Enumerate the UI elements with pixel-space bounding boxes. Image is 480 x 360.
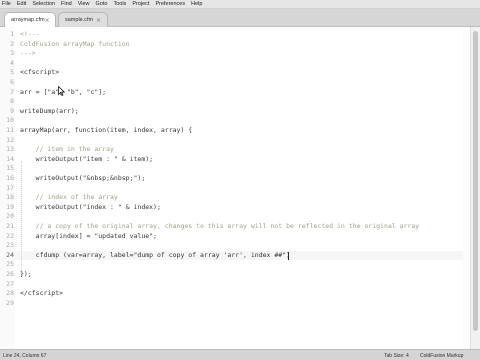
menu-bar: File Edit Selection Find View Goto Tools Projec… xyxy=(0,0,480,9)
code-text: writeOutput("&nbsp;&nbsp;"); xyxy=(20,174,146,182)
line-number: 5 xyxy=(10,68,14,77)
menu-preferences[interactable]: Preferences xyxy=(155,0,185,9)
code-line: array[index] = "updated value"; xyxy=(20,232,157,242)
code-line: writeOutput("index : " & index); xyxy=(20,203,161,213)
menu-project[interactable]: Project xyxy=(132,0,149,9)
tab-size[interactable]: Tab Size: 4 xyxy=(384,353,409,359)
menu-tools[interactable]: Tools xyxy=(113,0,126,9)
code-line: }); xyxy=(20,270,32,280)
code-text: array[index] = "updated value"; xyxy=(20,231,157,240)
code-text: writeOutput("index : " & index); xyxy=(20,202,161,211)
line-number: 24 xyxy=(6,250,14,259)
code-line: <!--- xyxy=(20,30,40,40)
line-number: 9 xyxy=(10,106,14,115)
code-line: // item in the array xyxy=(20,145,114,155)
line-number: 18 xyxy=(6,193,14,202)
line-number: 14 xyxy=(6,154,14,163)
code-line: cfdump (var=array, label="dump of copy o… xyxy=(20,251,290,261)
line-number: 27 xyxy=(6,279,14,288)
line-number: 10 xyxy=(6,116,14,125)
code-line: ColdFusion arrayMap function xyxy=(20,40,130,50)
line-number: 22 xyxy=(6,231,14,240)
tab-bar: arraymap.cfm × sample.cfm × xyxy=(0,9,480,27)
code-line: <cfscript> xyxy=(20,68,59,78)
tab-arraymap[interactable]: arraymap.cfm × xyxy=(4,12,56,27)
line-number: 3 xyxy=(10,49,14,58)
menu-goto[interactable]: Goto xyxy=(96,0,108,9)
line-number: 12 xyxy=(6,135,14,144)
menu-help[interactable]: Help xyxy=(191,0,202,9)
code-text: cfdump (var=array, label="dump of copy o… xyxy=(20,250,291,259)
mouse-cursor-icon xyxy=(58,86,65,96)
code-line: </cfscript> xyxy=(20,289,63,299)
line-number-gutter: 1 2 3 4 5 6 7 8 9 10 11 12 13 14 15 16 17 18 19 20 21 22 23 24 2… xyxy=(0,27,15,349)
code-line: // index of the array xyxy=(20,193,118,203)
code-comment: // a copy of the original array, changes… xyxy=(20,222,420,230)
code-editor[interactable]: <!--- ColdFusion arrayMap function ---> <cf… xyxy=(15,27,464,349)
line-number: 8 xyxy=(10,97,14,106)
code-text: writeOutput("item : " & item); xyxy=(20,154,154,163)
code-comment: ---> xyxy=(20,49,36,58)
tab-label: arraymap.cfm xyxy=(11,17,45,23)
close-icon[interactable]: × xyxy=(96,17,101,24)
minimap[interactable] xyxy=(463,27,470,349)
code-line: writeOutput("&nbsp;&nbsp;"); xyxy=(20,174,146,184)
line-number: 1 xyxy=(10,30,14,38)
line-number: 13 xyxy=(6,145,14,154)
cursor-position: Line 24, Column 67 xyxy=(3,353,47,359)
line-number: 26 xyxy=(6,270,14,278)
line-number: 20 xyxy=(6,212,14,221)
code-comment: // item in the array xyxy=(20,145,114,154)
line-number: 17 xyxy=(6,183,14,192)
code-line: writeOutput("item : " & item); xyxy=(20,155,153,165)
vertical-scrollbar[interactable] xyxy=(470,27,480,349)
line-number: 29 xyxy=(6,298,14,307)
line-number: 15 xyxy=(6,164,14,173)
menu-file[interactable]: File xyxy=(2,0,11,9)
scrollbar-thumb[interactable] xyxy=(473,31,478,331)
menu-view[interactable]: View xyxy=(78,0,90,9)
syntax-mode[interactable]: ColdFusion Markup xyxy=(420,353,463,359)
code-text: </cfscript> xyxy=(20,289,64,298)
close-icon[interactable]: × xyxy=(45,17,50,24)
tab-sample[interactable]: sample.cfm × xyxy=(58,12,108,27)
code-line: // a copy of the original array, changes… xyxy=(20,222,420,232)
code-text: arrayMap(arr, function(item, index, arra… xyxy=(20,126,193,134)
menu-find[interactable]: Find xyxy=(61,0,72,9)
tab-label: sample.cfm xyxy=(65,17,94,23)
code-comment: ColdFusion arrayMap function xyxy=(20,39,130,48)
code-comment: // index of the array xyxy=(20,193,118,202)
line-number: 28 xyxy=(6,289,14,298)
line-number: 4 xyxy=(10,58,14,67)
code-line: arrayMap(arr, function(item, index, arra… xyxy=(20,126,192,136)
line-number: 25 xyxy=(6,260,14,269)
code-line: writeDump(arr); xyxy=(20,107,79,117)
status-bar: Line 24, Column 67 Tab Size: 4 ColdFusio… xyxy=(0,349,480,360)
line-number: 2 xyxy=(10,39,14,48)
line-number: 23 xyxy=(6,241,14,250)
code-text: writeDump(arr); xyxy=(20,106,79,115)
code-line: ---> xyxy=(20,49,36,59)
menu-selection[interactable]: Selection xyxy=(32,0,55,9)
line-number: 21 xyxy=(6,222,14,230)
code-text: <cfscript> xyxy=(20,68,60,77)
line-number: 7 xyxy=(10,87,14,96)
line-number: 16 xyxy=(6,174,14,182)
line-number: 6 xyxy=(10,78,14,86)
menu-edit[interactable]: Edit xyxy=(17,0,26,9)
code-comment: <!--- xyxy=(20,30,40,38)
code-text: }); xyxy=(20,270,32,278)
line-number: 11 xyxy=(6,126,14,134)
line-number: 19 xyxy=(6,202,14,211)
